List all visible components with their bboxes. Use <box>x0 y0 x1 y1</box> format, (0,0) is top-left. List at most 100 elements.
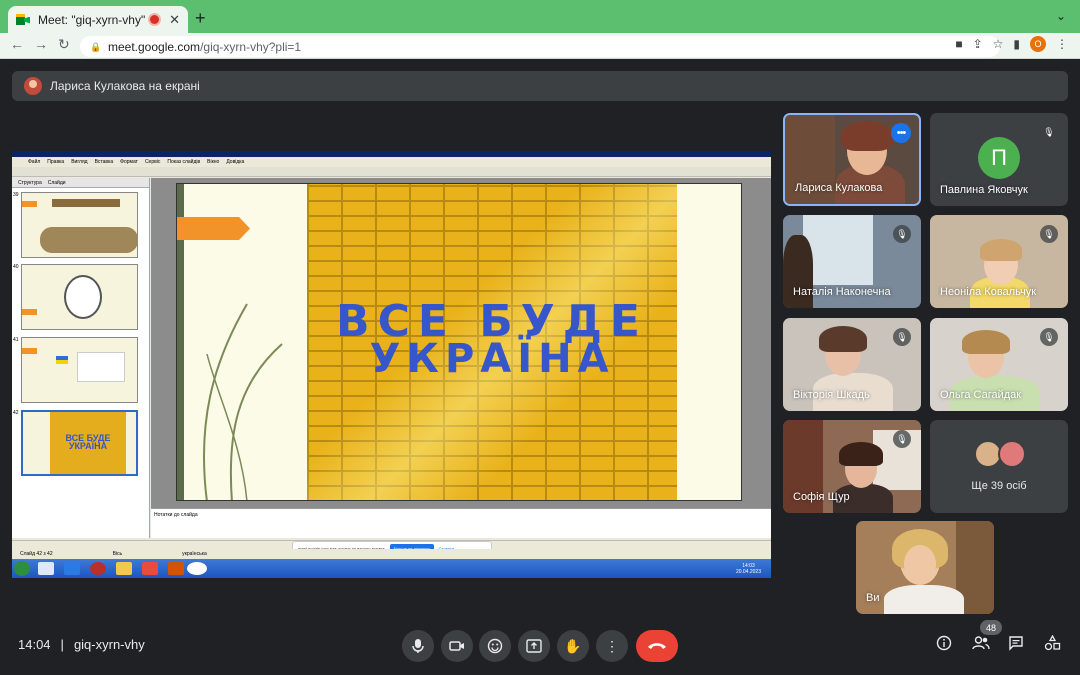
present-icon <box>526 639 542 653</box>
participant-tile[interactable]: 🎙 Софія Щур <box>783 420 921 513</box>
status-slide: Слайд 42 з 42 <box>20 550 53 557</box>
details-separator: | <box>60 637 64 652</box>
shared-screen: Файл Правка Вигляд Вставка Формат Сервіс… <box>12 151 771 578</box>
camera-button[interactable] <box>441 630 473 662</box>
taskbar-app-icon <box>168 562 184 575</box>
browser-tab[interactable]: Meet: "giq-xyrn-vhy" ✕ <box>8 6 188 33</box>
participant-tile[interactable]: 🎙 Ольга Сагайдак <box>930 318 1068 411</box>
tab-slides: Слайди <box>47 179 66 186</box>
share-icon[interactable]: ⇪ <box>973 37 983 51</box>
mic-off-icon: 🎙 <box>893 225 911 243</box>
mic-button[interactable] <box>402 630 434 662</box>
taskbar-app-icon <box>142 562 158 575</box>
participant-name: Вікторія Шкадь <box>793 389 870 401</box>
back-icon[interactable]: ← <box>10 36 24 52</box>
taskbar-app-icon <box>64 562 80 575</box>
forward-icon[interactable]: → <box>34 36 48 52</box>
taskbar-app-icon <box>38 562 54 575</box>
mic-off-icon: 🎙 <box>893 430 911 448</box>
slide-arrow-shape <box>177 217 250 240</box>
slide-text-line2: УКРАЇНА <box>369 336 615 382</box>
url-host: meet.google.com <box>108 39 201 54</box>
chat-icon[interactable] <box>1008 635 1024 655</box>
reload-icon[interactable]: ↻ <box>58 36 70 53</box>
present-button[interactable] <box>518 630 550 662</box>
info-icon[interactable] <box>936 635 952 655</box>
thumb-number: 42 <box>13 410 19 416</box>
windows-taskbar: 14:03 20.04.2023 <box>12 559 771 578</box>
slide-edit-area: ВСЕ БУДЕ УКРАЇНА <box>151 178 771 508</box>
more-vert-icon: ⋮ <box>605 637 619 654</box>
participant-avatar-stack <box>974 440 1026 468</box>
thumb-number: 41 <box>13 337 19 343</box>
current-slide: ВСЕ БУДЕ УКРАЇНА <box>176 183 742 501</box>
emoji-icon <box>487 638 503 654</box>
participant-tile[interactable]: 🎙 Вікторія Шкадь <box>783 318 921 411</box>
participant-tile[interactable]: 🎙 Неоніла Ковальчук <box>930 215 1068 308</box>
ppt-menu-bar: Файл Правка Вигляд Вставка Формат Сервіс… <box>12 157 771 167</box>
participant-avatar: П <box>978 137 1020 179</box>
ppt-menu-item: Файл <box>28 159 41 165</box>
ppt-toolbar <box>12 167 771 177</box>
camera-icon[interactable]: ■ <box>955 37 962 51</box>
lock-icon: 🔒 <box>90 41 102 52</box>
tab-search-icon[interactable]: ⌄ <box>1056 9 1066 23</box>
ppt-menu-item: Вигляд <box>71 159 88 165</box>
more-options-button[interactable]: ⋮ <box>596 630 628 662</box>
close-tab-icon[interactable]: ✕ <box>169 12 180 28</box>
profile-avatar[interactable]: O <box>1030 36 1046 52</box>
ppt-menu-item: Вставка <box>94 159 114 165</box>
participant-tile[interactable]: ••• Лариса Кулакова <box>783 113 921 206</box>
start-button-icon <box>14 561 30 576</box>
taskbar-app-icon <box>90 562 106 575</box>
raise-hand-icon: ✋ <box>564 637 582 654</box>
more-participants-tile[interactable]: Ще 39 осіб <box>930 420 1068 513</box>
self-view-tile[interactable]: Ви <box>856 521 994 614</box>
participant-name: Лариса Кулакова <box>795 182 883 194</box>
presenter-avatar <box>24 77 42 95</box>
meeting-details: 14:04 | giq-xyrn-vhy <box>18 637 145 652</box>
participant-name: Неоніла Ковальчук <box>940 286 1037 298</box>
chrome-menu-icon[interactable]: ⋮ <box>1056 37 1068 51</box>
slide-thumbnail-selected: ВСЕ БУДЕ УКРАЇНА <box>21 410 138 476</box>
raise-hand-button[interactable]: ✋ <box>557 630 589 662</box>
mic-off-icon: 🎙 <box>893 328 911 346</box>
end-call-icon <box>648 643 666 649</box>
bookmark-star-icon[interactable]: ☆ <box>993 37 1004 51</box>
more-options-icon[interactable]: ••• <box>891 123 911 143</box>
new-tab-button[interactable]: + <box>195 8 206 29</box>
slide-notes: Нотатки до слайда <box>151 508 771 538</box>
slides-panel-tabs: Структура Слайди <box>12 178 149 188</box>
participant-name: Ольга Сагайдак <box>940 389 1022 401</box>
clock-date: 20.04.2023 <box>735 569 761 575</box>
browser-toolbar: ← → ↻ 🔒 meet.google.com/giq-xyrn-vhy?pli… <box>0 33 1080 59</box>
sidebar-icon[interactable]: ▮ <box>1013 37 1020 51</box>
meet-favicon <box>16 13 30 26</box>
activities-icon[interactable] <box>1044 634 1061 655</box>
reactions-button[interactable] <box>479 630 511 662</box>
status-theme: Вісь <box>112 550 123 557</box>
more-participants-label: Ще 39 осіб <box>971 480 1027 492</box>
ppt-menu-item: Формат <box>120 159 138 165</box>
slide-thumbnail <box>21 264 138 330</box>
meeting-code: giq-xyrn-vhy <box>73 637 145 652</box>
ppt-menu-item: Правка <box>47 159 65 165</box>
camera-icon <box>449 641 464 651</box>
taskbar-app-icon <box>187 562 207 575</box>
ppt-menu-item: Вікно <box>207 159 220 165</box>
people-icon[interactable] <box>972 635 990 655</box>
thumb-number: 39 <box>13 192 19 198</box>
address-bar[interactable]: 🔒 meet.google.com/giq-xyrn-vhy?pli=1 <box>80 36 1000 57</box>
slide-thumbnail <box>21 337 138 403</box>
participant-tile[interactable]: 🎙 П Павлина Яковчук <box>930 113 1068 206</box>
mic-off-icon: 🎙 <box>1040 328 1058 346</box>
browser-tab-strip: Meet: "giq-xyrn-vhy" ✕ + ⌄ <box>0 0 1080 33</box>
tab-title: Meet: "giq-xyrn-vhy" <box>38 12 146 27</box>
mic-off-icon: 🎙 <box>1040 225 1058 243</box>
people-count-badge: 48 <box>980 620 1002 635</box>
slide-thumbnail <box>21 192 138 258</box>
leave-call-button[interactable] <box>636 630 678 662</box>
participant-tile[interactable]: 🎙 Наталія Наконечна <box>783 215 921 308</box>
recording-icon <box>150 15 160 24</box>
mic-off-icon: 🎙 <box>1040 123 1058 141</box>
